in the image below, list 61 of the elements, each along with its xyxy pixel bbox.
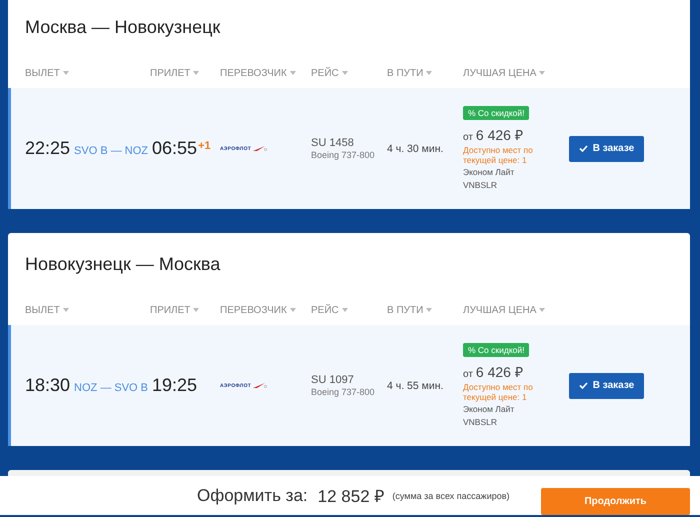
column-header[interactable]: ПРИЛЕТ (150, 304, 220, 316)
caret-icon (426, 71, 432, 75)
itinerary-title: Новокузнецк — Москва (24, 252, 222, 276)
departure-time: 18:30 (25, 375, 70, 396)
column-header[interactable]: В ПУТИ (387, 304, 463, 316)
wing-icon (253, 383, 268, 388)
arrival-time: 19:25 (152, 375, 198, 396)
column-header[interactable]: РЕЙС (311, 68, 387, 78)
caret-icon (342, 71, 348, 75)
flight-number: SU 1458 (311, 137, 355, 149)
route-text: NOZ — SVO B (74, 382, 148, 394)
caret-icon (426, 308, 432, 312)
in-order-button[interactable]: В заказе (569, 136, 644, 162)
caret-icon (62, 308, 69, 312)
flight-number: SU 1097 (311, 374, 355, 386)
caret-icon (342, 308, 348, 312)
fare-code: VNBSLR (463, 179, 498, 191)
caret-icon (62, 71, 69, 75)
price-prefix: от (463, 369, 473, 380)
check-icon (578, 145, 588, 152)
day-shift: +1 (198, 140, 211, 152)
price-text: 6 426 ₽ (476, 126, 523, 144)
wing-icon (253, 146, 268, 151)
column-header[interactable]: В ПУТИ (387, 68, 463, 78)
caret-icon (290, 71, 296, 75)
duration-text: 4 ч. 30 мин. (387, 142, 444, 154)
fare-name: Эконом Лайт (463, 403, 516, 415)
column-header[interactable]: ЛУЧШАЯ ЦЕНА (463, 304, 573, 316)
caret-icon (539, 71, 546, 75)
column-header[interactable]: ЛУЧШАЯ ЦЕНА (463, 68, 573, 78)
discount-badge: % Со скидкой! (463, 106, 530, 120)
itinerary-title: Москва — Новокузнецк (24, 16, 222, 39)
caret-icon (193, 71, 200, 75)
check-icon (578, 382, 588, 389)
price-prefix: от (463, 132, 473, 143)
column-header[interactable]: ПЕРЕВОЗЧИК (220, 304, 311, 316)
caret-icon (290, 308, 296, 312)
column-header[interactable]: ПЕРЕВОЗЧИК (220, 68, 311, 78)
price-text: 6 426 ₽ (476, 363, 523, 381)
column-header[interactable]: ВЫЛЕТ (25, 304, 150, 316)
arrival-time: 06:55 (152, 138, 198, 159)
continue-button[interactable]: Продолжить (541, 488, 690, 515)
aircraft-text: Boeing 737-800 (311, 150, 376, 160)
availability-text: Доступно мест по текущей цене: 1 (463, 382, 534, 402)
total-price: 12 852 ₽ (318, 486, 384, 507)
column-header[interactable]: РЕЙС (311, 304, 387, 316)
departure-time: 22:25 (25, 138, 70, 159)
availability-text: Доступно мест по текущей цене: 1 (463, 145, 534, 165)
route-text: SVO B — NOZ (74, 145, 148, 157)
aircraft-text: Boeing 737-800 (311, 387, 376, 397)
duration-text: 4 ч. 55 мин. (387, 380, 444, 392)
in-order-button[interactable]: В заказе (569, 372, 644, 398)
column-header[interactable]: ПРИЛЕТ (150, 68, 220, 78)
fare-code: VNBSLR (463, 416, 498, 428)
column-header[interactable]: ВЫЛЕТ (25, 68, 150, 78)
checkout-label: Оформить за: (197, 486, 308, 506)
caret-icon (193, 308, 200, 312)
total-note: (сумма за всех пассажиров) (392, 490, 510, 500)
discount-badge: % Со скидкой! (463, 343, 530, 357)
caret-icon (539, 308, 546, 312)
fare-name: Эконом Лайт (463, 166, 516, 178)
